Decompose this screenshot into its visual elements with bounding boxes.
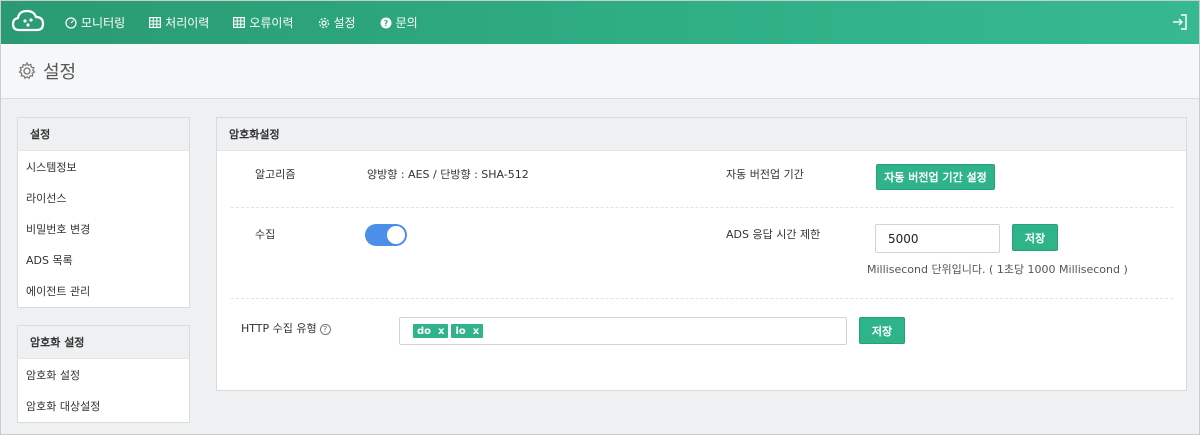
row-divider <box>231 298 1173 299</box>
app-frame: 모니터링 처리이력 오류이력 설정 ? 문의 설정 설정 시스템정보 라이선스 … <box>0 0 1200 435</box>
question-icon: ? <box>380 17 392 28</box>
http-tag: do x <box>413 324 449 338</box>
nav-inquiry-label: 문의 <box>395 16 418 30</box>
toggle-knob <box>387 226 405 244</box>
nav-monitoring[interactable]: 모니터링 <box>65 1 125 44</box>
http-tag: lo x <box>451 324 484 338</box>
auto-version-button[interactable]: 자동 버전업 기간 설정 <box>876 164 995 190</box>
http-type-tag-input[interactable]: do x lo x <box>399 317 847 345</box>
nav-inquiry[interactable]: ? 문의 <box>380 1 418 44</box>
page-header: 설정 <box>1 44 1199 99</box>
ads-timeout-label: ADS 응답 시간 제한 <box>726 228 821 241</box>
nav-error-history-label: 오류이력 <box>249 16 294 30</box>
sidebar-item-encryption-settings[interactable]: 암호화 설정 <box>18 359 189 390</box>
http-collect-label: HTTP 수집 유형? <box>241 320 331 336</box>
sidebar-item-agent-management[interactable]: 에이전트 관리 <box>18 275 189 306</box>
nav-settings-label: 설정 <box>333 16 356 30</box>
cloud-logo-icon[interactable] <box>10 6 46 36</box>
nav-process-history-label: 처리이력 <box>165 16 210 30</box>
row-divider <box>231 207 1173 208</box>
tag-remove-icon[interactable]: x <box>473 326 479 337</box>
ads-timeout-hint: Millisecond 단위입니다. ( 1초당 1000 Millisecon… <box>867 263 1128 276</box>
sidebar-item-encryption-targets[interactable]: 암호화 대상설정 <box>18 390 189 421</box>
panel-title: 암호화설정 <box>217 118 1186 151</box>
dashboard-icon <box>65 16 77 29</box>
sidebar-encryption-box: 암호화 설정 암호화 설정 암호화 대상설정 <box>17 325 190 423</box>
top-navbar: 모니터링 처리이력 오류이력 설정 ? 문의 <box>1 1 1199 44</box>
auto-version-label: 자동 버전업 기간 <box>726 168 804 181</box>
algorithm-label: 알고리즘 <box>255 168 296 181</box>
nav-process-history[interactable]: 처리이력 <box>149 1 209 44</box>
table-icon <box>233 17 246 28</box>
algorithm-value: 양방향 : AES / 단방향 : SHA-512 <box>367 168 529 181</box>
sidebar-settings-header: 설정 <box>18 118 189 151</box>
logout-icon[interactable] <box>1171 13 1189 31</box>
http-tag-label: do <box>417 325 432 337</box>
collect-toggle[interactable] <box>365 224 407 246</box>
svg-text:?: ? <box>383 19 388 28</box>
nav-settings[interactable]: 설정 <box>318 1 356 44</box>
nav-monitoring-label: 모니터링 <box>81 16 126 30</box>
encryption-settings-panel: 암호화설정 알고리즘 양방향 : AES / 단방향 : SHA-512 자동 … <box>216 117 1187 391</box>
ads-timeout-input[interactable]: 5000 <box>875 224 1000 253</box>
gear-icon <box>18 61 36 80</box>
sidebar-item-change-password[interactable]: 비밀번호 변경 <box>18 213 189 244</box>
sidebar-item-ads-list[interactable]: ADS 목록 <box>18 244 189 275</box>
tag-remove-icon[interactable]: x <box>438 326 444 337</box>
page-title: 설정 <box>43 62 77 83</box>
gear-icon <box>318 17 329 28</box>
table-icon <box>149 17 162 28</box>
ads-timeout-save-button[interactable]: 저장 <box>1012 224 1058 251</box>
collect-label: 수집 <box>255 228 276 241</box>
http-tag-label: lo <box>455 325 466 337</box>
sidebar-item-license[interactable]: 라이선스 <box>18 182 189 213</box>
http-collect-label-text: HTTP 수집 유형 <box>241 322 317 335</box>
sidebar-encryption-header: 암호화 설정 <box>18 326 189 359</box>
nav-error-history[interactable]: 오류이력 <box>233 1 294 44</box>
help-icon[interactable]: ? <box>319 323 331 335</box>
sidebar-settings-box: 설정 시스템정보 라이선스 비밀번호 변경 ADS 목록 에이전트 관리 <box>17 117 190 308</box>
http-save-button[interactable]: 저장 <box>859 317 905 344</box>
sidebar-item-system-info[interactable]: 시스템정보 <box>18 151 189 182</box>
